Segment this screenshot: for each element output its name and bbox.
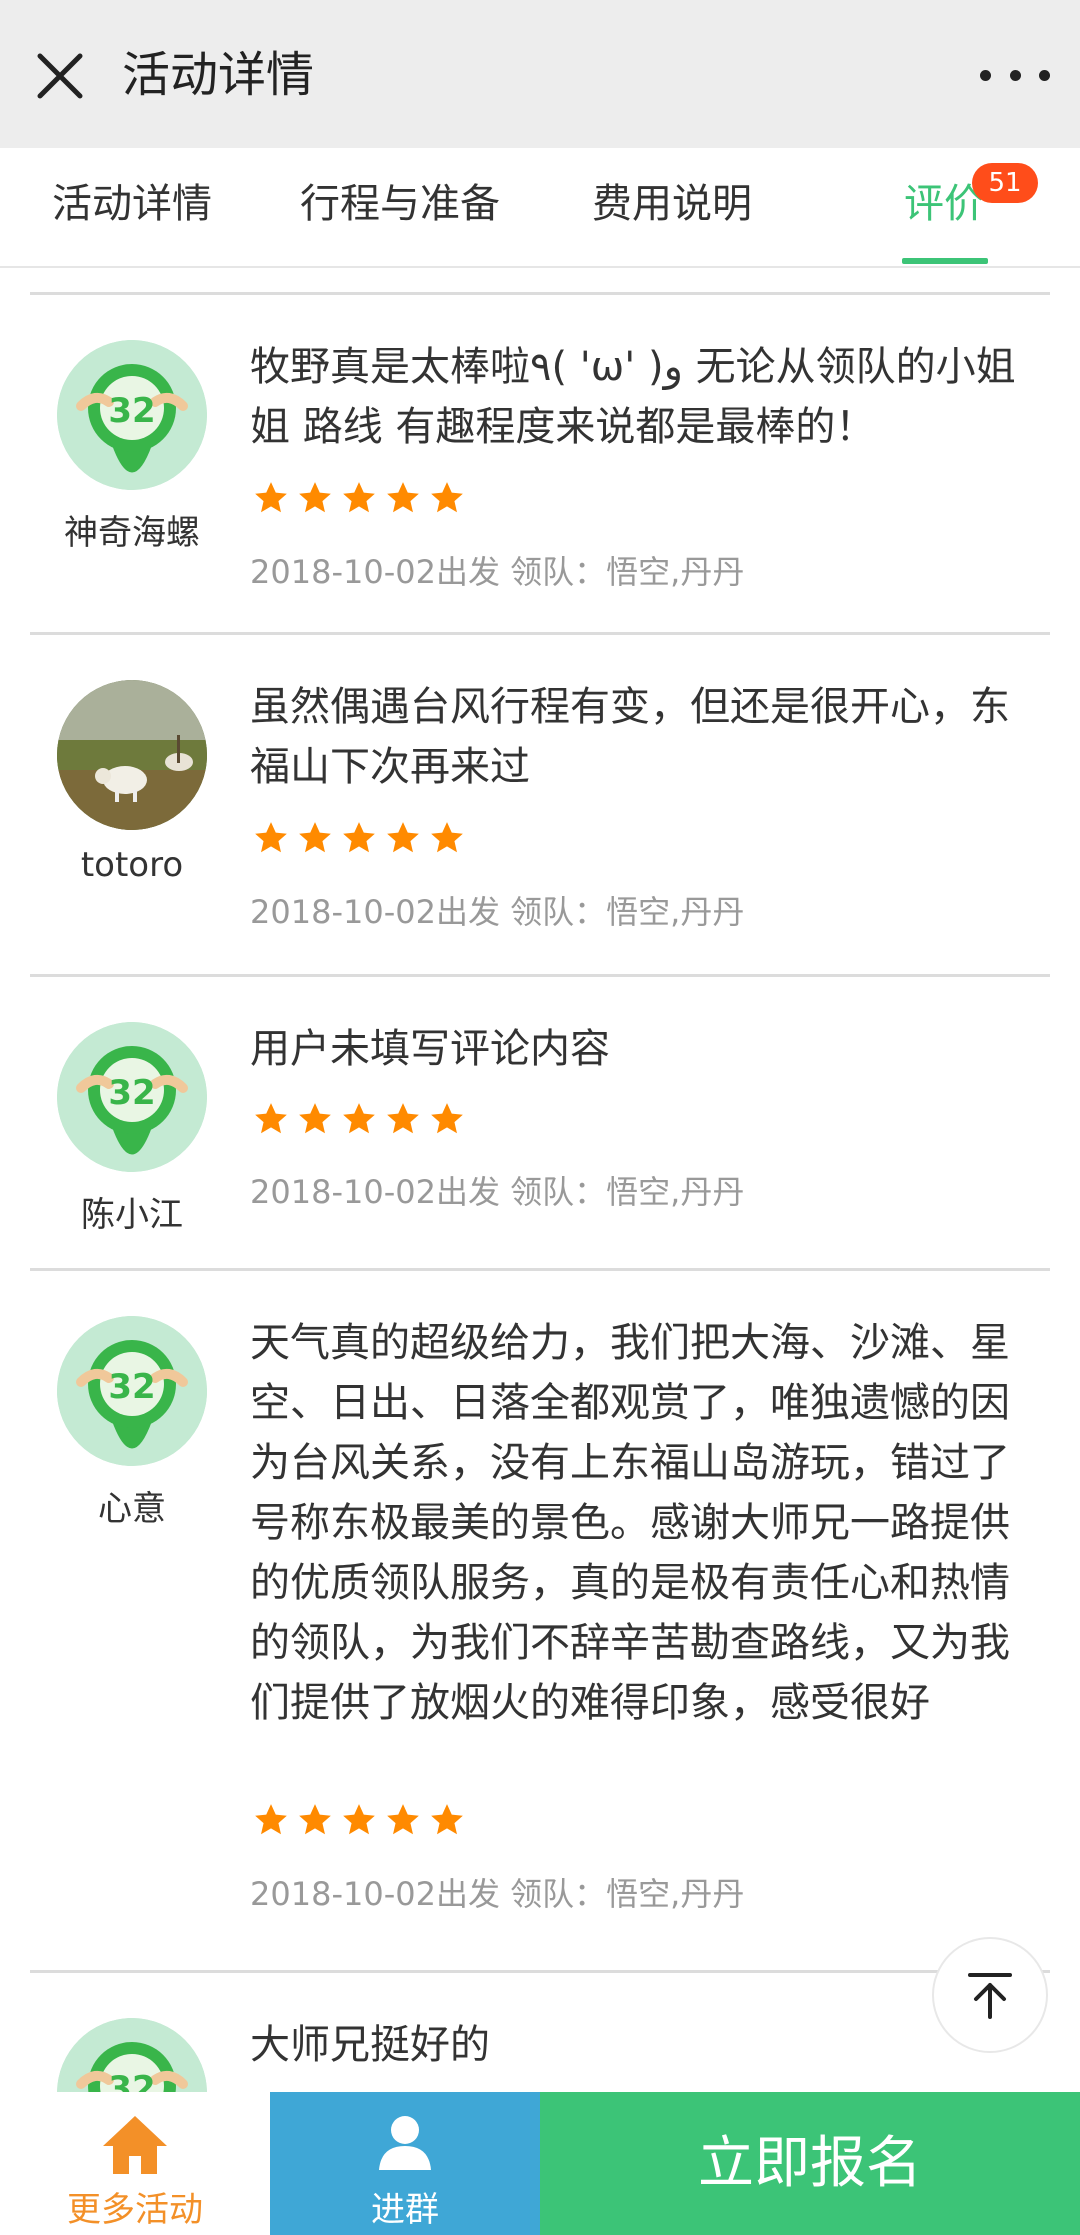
more-activities-button[interactable]: 更多活动 (0, 2092, 270, 2235)
mascot-avatar[interactable]: 32 (57, 2018, 207, 2092)
review-username: 陈小江 (81, 1195, 183, 1235)
review-username: 心意 (98, 1489, 166, 1529)
review-content: 用户未填写评论内容 (250, 1026, 610, 1072)
review-item: 32 心意 天气真的超级给力，我们把大海、沙滩、星空、日出、日落全都观赏了，唯独… (30, 1271, 1050, 1973)
mascot-avatar[interactable]: 32 (57, 1316, 207, 1466)
rating-stars (252, 1801, 466, 1841)
review-content: 大师兄挺好的 (250, 2022, 490, 2068)
home-icon (103, 2116, 167, 2174)
review-meta: 2018-10-02出发 领队：悟空,丹丹 (250, 1875, 745, 1913)
join-group-button[interactable]: 进群 (270, 2092, 540, 2235)
tab-itinerary[interactable]: 行程与准备 (300, 148, 500, 266)
signup-button[interactable]: 立即报名 (540, 2092, 1080, 2235)
svg-text:32: 32 (108, 1073, 155, 1113)
star-icon (255, 482, 287, 513)
star-icon (343, 1804, 375, 1835)
star-icon (431, 482, 463, 513)
star-icon (299, 1804, 331, 1835)
more-icon[interactable] (980, 50, 1050, 100)
svg-text:32: 32 (108, 391, 155, 431)
star-icon (299, 822, 331, 853)
page-title: 活动详情 (122, 47, 315, 103)
star-icon (387, 1804, 419, 1835)
star-icon (431, 822, 463, 853)
more-activities-label: 更多活动 (67, 2190, 203, 2230)
star-icon (387, 482, 419, 513)
mascot-avatar[interactable]: 32 (57, 340, 207, 490)
review-username: totoro (80, 845, 184, 885)
star-icon (431, 1103, 463, 1134)
star-icon (387, 822, 419, 853)
sheep-photo-avatar[interactable] (57, 680, 207, 830)
review-username: 神奇海螺 (64, 513, 200, 553)
svg-text:32: 32 (108, 1367, 155, 1407)
star-icon (343, 482, 375, 513)
star-icon (343, 822, 375, 853)
tab-reviews[interactable]: 评价 (904, 148, 984, 266)
tab-fees[interactable]: 费用说明 (592, 148, 752, 266)
review-meta: 2018-10-02出发 领队：悟空,丹丹 (250, 553, 745, 591)
star-icon (255, 1804, 287, 1835)
active-tab-indicator (902, 258, 988, 264)
review-content: 天气真的超级给力，我们把大海、沙滩、星空、日出、日落全都观赏了，唯独遗憾的因为台… (250, 1320, 1010, 1726)
star-icon (343, 1103, 375, 1134)
star-icon (299, 482, 331, 513)
review-content: 牧野真是太棒啦٩( 'ω' )و 无论从领队的小姐姐 路线 有趣程度来说都是最棒… (250, 344, 1016, 450)
join-group-label: 进群 (371, 2190, 439, 2230)
review-item: 32 陈小江 用户未填写评论内容 2018-10-02出发 领队：悟空,丹丹 (30, 977, 1050, 1271)
mascot-avatar[interactable]: 32 (57, 1022, 207, 1172)
bottom-action-bar: 更多活动 进群 立即报名 (0, 2092, 1080, 2235)
user-icon (379, 2116, 431, 2170)
tab-activity-detail[interactable]: 活动详情 (52, 148, 212, 266)
arrow-up-icon (968, 1973, 1012, 2019)
close-icon[interactable] (28, 44, 92, 108)
review-item: 32 大师兄挺好的 (30, 1973, 1050, 2092)
star-icon (255, 822, 287, 853)
review-item: totoro 虽然偶遇台风行程有变，但还是很开心，东福山下次再来过 2018-1… (30, 635, 1050, 977)
star-icon (255, 1103, 287, 1134)
star-icon (299, 1103, 331, 1134)
star-icon (431, 1804, 463, 1835)
rating-stars (252, 479, 466, 519)
back-to-top-button[interactable] (932, 1937, 1048, 2053)
review-item: 32 神奇海螺 牧野真是太棒啦٩( 'ω' )و 无论从领队的小姐姐 路线 有趣… (30, 295, 1050, 635)
nav-bar: 活动详情 (0, 0, 1080, 148)
star-icon (387, 1103, 419, 1134)
tab-bar: 活动详情 行程与准备 费用说明 评价 (0, 148, 1080, 268)
review-content: 虽然偶遇台风行程有变，但还是很开心，东福山下次再来过 (250, 684, 1010, 790)
rating-stars (252, 1100, 466, 1140)
review-meta: 2018-10-02出发 领队：悟空,丹丹 (250, 1173, 745, 1211)
review-count-badge: 51 (972, 163, 1038, 203)
review-meta: 2018-10-02出发 领队：悟空,丹丹 (250, 893, 745, 931)
svg-text:32: 32 (108, 2069, 155, 2092)
rating-stars (252, 819, 466, 859)
review-list[interactable]: 32 神奇海螺 牧野真是太棒啦٩( 'ω' )و 无论从领队的小姐姐 路线 有趣… (0, 268, 1080, 2092)
